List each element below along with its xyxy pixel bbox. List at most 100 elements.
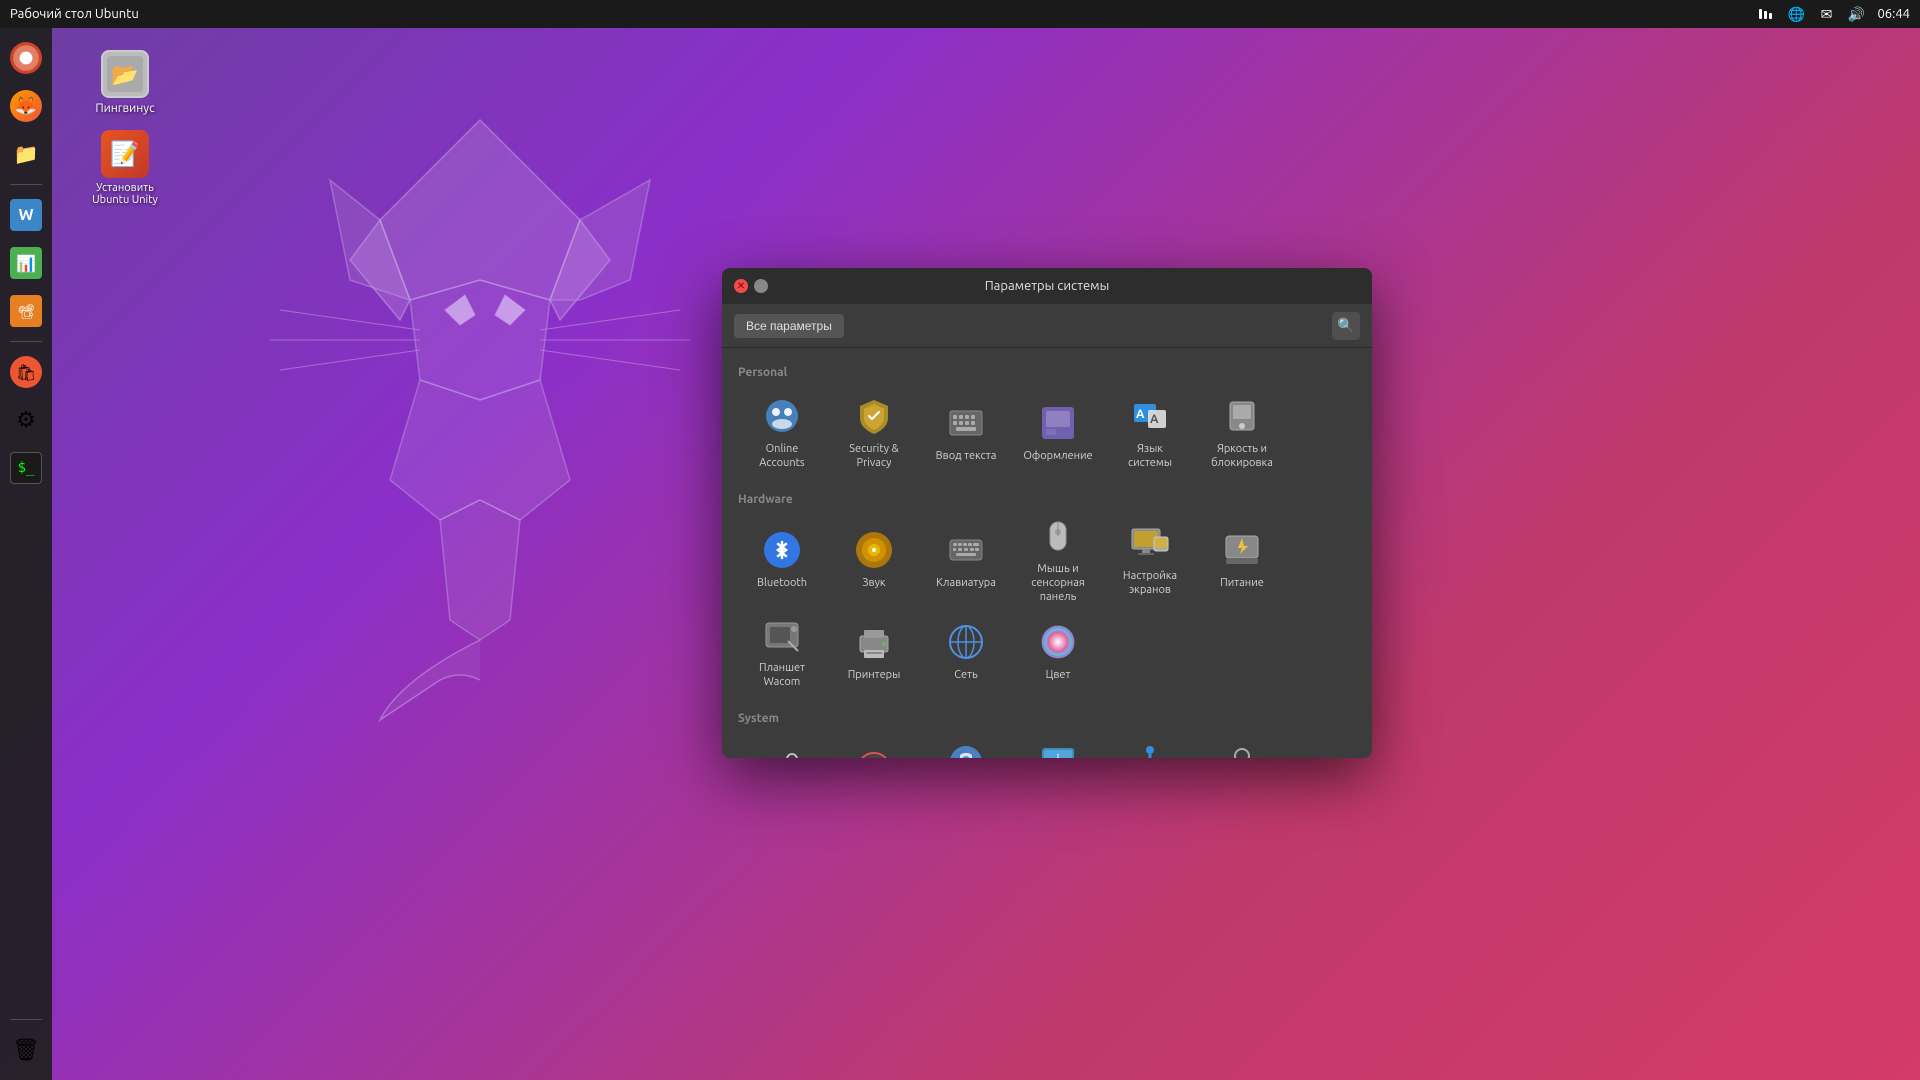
section-system-label: System — [738, 712, 1356, 725]
dock-item-calc[interactable]: 📊 — [4, 241, 48, 285]
online-accounts-label: OnlineAccounts — [759, 442, 804, 471]
svg-text:i: i — [1057, 753, 1060, 758]
settings-item-brightness[interactable]: Яркость иблокировка — [1198, 389, 1286, 477]
settings-item-keyboard[interactable]: Клавиатура — [922, 516, 1010, 604]
section-personal-label: Personal — [738, 366, 1356, 379]
settings-item-security[interactable]: Security &Privacy — [830, 389, 918, 477]
desktop-icon-install-label: УстановитьUbuntu Unity — [92, 182, 158, 206]
keyboard-label: Клавиатура — [936, 576, 996, 590]
wacom-label: ПланшетWacom — [759, 661, 805, 690]
svg-text:A: A — [1136, 408, 1145, 421]
displays-icon — [1130, 523, 1170, 563]
settings-item-accessibility[interactable]: Специальныевозможности — [1106, 735, 1194, 758]
clock: 06:44 — [1877, 7, 1910, 21]
accessibility-icon — [1130, 742, 1170, 758]
online-accounts-icon — [762, 396, 802, 436]
desktop-icon-install-ubuntu[interactable]: 📝 УстановитьUbuntu Unity — [80, 130, 170, 206]
dock-separator-2 — [10, 341, 42, 342]
desktop-icon-pengvinus-label: Пингвинус — [95, 102, 154, 115]
dock-item-settings[interactable]: ⚙ — [4, 398, 48, 442]
svg-text:📂: 📂 — [111, 62, 138, 87]
network-indicator-icon[interactable] — [1757, 5, 1775, 23]
bluetooth-icon — [762, 530, 802, 570]
desktop-icon-pengvinus[interactable]: 📂 Пингвинус — [85, 50, 165, 115]
dock-item-trash[interactable]: 🗑 — [4, 1028, 48, 1072]
window-content[interactable]: Personal OnlineAccounts — [722, 348, 1372, 758]
dock-item-ubuntu[interactable] — [4, 36, 48, 80]
settings-item-sound[interactable]: Звук — [830, 516, 918, 604]
window-toolbar: Все параметры 🔍 — [722, 304, 1372, 348]
mouse-icon — [1038, 516, 1078, 556]
dock-separator-bottom — [10, 1019, 42, 1020]
settings-item-software[interactable]: Программыи обновления — [922, 735, 1010, 758]
settings-item-network[interactable]: Сеть — [922, 608, 1010, 696]
settings-item-wacom[interactable]: ПланшетWacom — [738, 608, 826, 696]
back-button[interactable]: Все параметры — [734, 314, 844, 338]
window-controls: ✕ — [734, 279, 768, 293]
security-icon — [854, 396, 894, 436]
mail-icon[interactable]: ✉ — [1817, 5, 1835, 23]
dock-item-terminal[interactable]: $_ — [4, 446, 48, 490]
settings-item-power[interactable]: Питание — [1198, 516, 1286, 604]
wacom-icon — [762, 615, 802, 655]
dock-item-impress[interactable]: 📽 — [4, 289, 48, 333]
accounts-icon — [1222, 742, 1262, 758]
dock-item-writer[interactable]: W — [4, 193, 48, 237]
software-icon — [946, 742, 986, 758]
color-label: Цвет — [1046, 668, 1071, 682]
volume-icon[interactable]: 🔊 — [1847, 5, 1865, 23]
brightness-icon — [1222, 396, 1262, 436]
settings-item-sharing[interactable]: Sharing — [738, 735, 826, 758]
security-label: Security &Privacy — [849, 442, 898, 471]
dock-item-firefox[interactable]: 🦊 — [4, 84, 48, 128]
settings-item-appearance[interactable]: Оформление — [1014, 389, 1102, 477]
settings-item-bluetooth[interactable]: Bluetooth — [738, 516, 826, 604]
network-label: Сеть — [954, 668, 977, 682]
settings-item-mouse[interactable]: Мышь исенсорнаяпанель — [1014, 516, 1102, 604]
appearance-icon — [1038, 403, 1078, 443]
brightness-label: Яркость иблокировка — [1211, 442, 1273, 471]
mouse-label: Мышь исенсорнаяпанель — [1031, 562, 1085, 605]
displays-label: Настройкаэкранов — [1123, 569, 1177, 598]
search-icon[interactable]: 🔍 — [1332, 312, 1360, 340]
settings-item-accounts[interactable]: Учётныезаписи — [1198, 735, 1286, 758]
settings-grid-hardware: Bluetooth Звук — [738, 516, 1356, 696]
language-icon: A A — [1130, 396, 1170, 436]
settings-item-displays[interactable]: Настройкаэкранов — [1106, 516, 1194, 604]
power-label: Питание — [1220, 576, 1264, 590]
text-input-icon — [946, 403, 986, 443]
printers-icon — [854, 622, 894, 662]
settings-item-system-info[interactable]: i Сведения осистеме — [1014, 735, 1102, 758]
settings-item-text-input[interactable]: Ввод текста — [922, 389, 1010, 477]
topbar: Рабочий стол Ubuntu 🌐 ✉ 🔊 06:44 — [0, 0, 1920, 28]
color-icon — [1038, 622, 1078, 662]
printers-label: Принтеры — [848, 668, 901, 682]
settings-item-printers[interactable]: Принтеры — [830, 608, 918, 696]
close-button[interactable]: ✕ — [734, 279, 748, 293]
dock: 🦊 📁 W 📊 📽 🛍 ⚙ $_ 🗑 — [0, 28, 52, 1080]
globe-icon[interactable]: 🌐 — [1787, 5, 1805, 23]
dock-item-files[interactable]: 📁 — [4, 132, 48, 176]
keyboard-icon — [946, 530, 986, 570]
minimize-button[interactable] — [754, 279, 768, 293]
sound-label: Звук — [862, 576, 885, 590]
window-title: Параметры системы — [985, 279, 1110, 293]
power-icon — [1222, 530, 1262, 570]
network-icon — [946, 622, 986, 662]
settings-window: ✕ Параметры системы Все параметры 🔍 Pers… — [722, 268, 1372, 758]
section-hardware-label: Hardware — [738, 493, 1356, 506]
settings-item-datetime[interactable]: Время и дата — [830, 735, 918, 758]
appearance-label: Оформление — [1023, 449, 1092, 463]
text-input-label: Ввод текста — [936, 449, 997, 463]
cat-illustration — [200, 100, 760, 740]
settings-item-online-accounts[interactable]: OnlineAccounts — [738, 389, 826, 477]
svg-text:A: A — [1150, 413, 1159, 426]
sound-icon — [854, 530, 894, 570]
dock-item-appstore[interactable]: 🛍 — [4, 350, 48, 394]
dock-bottom: 🗑 — [4, 1015, 48, 1072]
datetime-icon — [854, 749, 894, 758]
bluetooth-label: Bluetooth — [757, 576, 807, 590]
settings-item-language[interactable]: A A Языксистемы — [1106, 389, 1194, 477]
sharing-icon — [762, 749, 802, 758]
settings-item-color[interactable]: Цвет — [1014, 608, 1102, 696]
